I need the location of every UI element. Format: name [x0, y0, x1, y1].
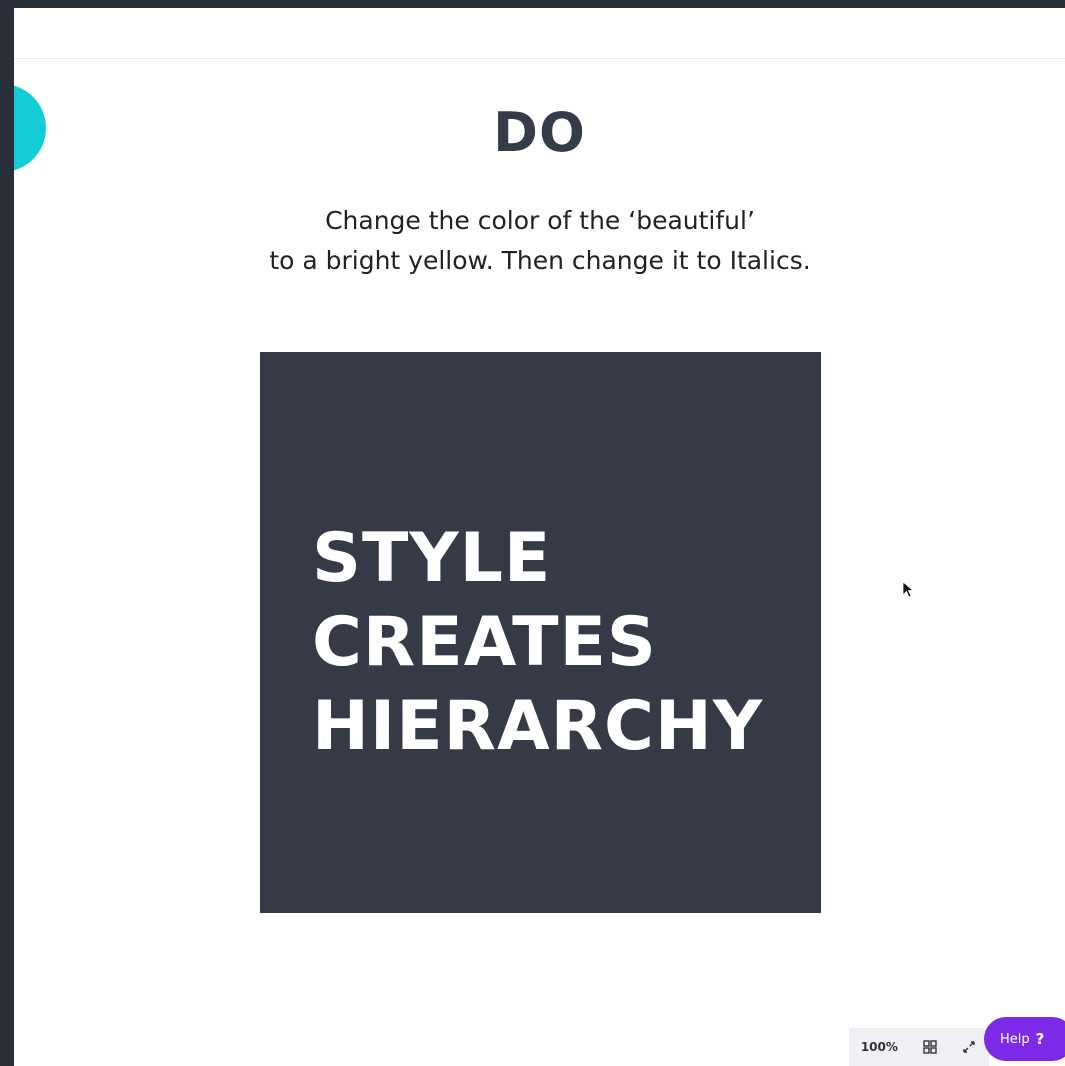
- help-button[interactable]: Help ?: [984, 1017, 1065, 1061]
- top-bar: [14, 8, 1065, 59]
- instructions-line-1: Change the color of the ‘beautiful’: [325, 206, 755, 235]
- card-line-hierarchy: HIERARCHY: [312, 687, 764, 766]
- fullscreen-icon[interactable]: [961, 1039, 977, 1055]
- slide-title[interactable]: DO: [14, 101, 1065, 164]
- card-line-creates: CREATES: [312, 603, 657, 682]
- help-question-icon: ?: [1035, 1030, 1045, 1048]
- bottom-toolbar: 100%: [849, 1028, 989, 1066]
- dark-card[interactable]: STYLE CREATES HIERARCHY: [260, 352, 821, 913]
- help-label: Help: [1000, 1031, 1030, 1047]
- instructions-line-2: to a bright yellow. Then change it to It…: [269, 246, 811, 275]
- editor-frame: DO Change the color of the ‘beautiful’ t…: [14, 8, 1065, 1066]
- grid-view-icon[interactable]: [922, 1039, 938, 1055]
- card-headline[interactable]: STYLE CREATES HIERARCHY: [312, 517, 763, 769]
- mouse-cursor-icon: [902, 581, 915, 598]
- card-line-style: STYLE: [312, 519, 552, 598]
- zoom-level[interactable]: 100%: [861, 1040, 898, 1054]
- slide-canvas[interactable]: DO Change the color of the ‘beautiful’ t…: [14, 59, 1065, 1066]
- instructions-text[interactable]: Change the color of the ‘beautiful’ to a…: [114, 201, 966, 281]
